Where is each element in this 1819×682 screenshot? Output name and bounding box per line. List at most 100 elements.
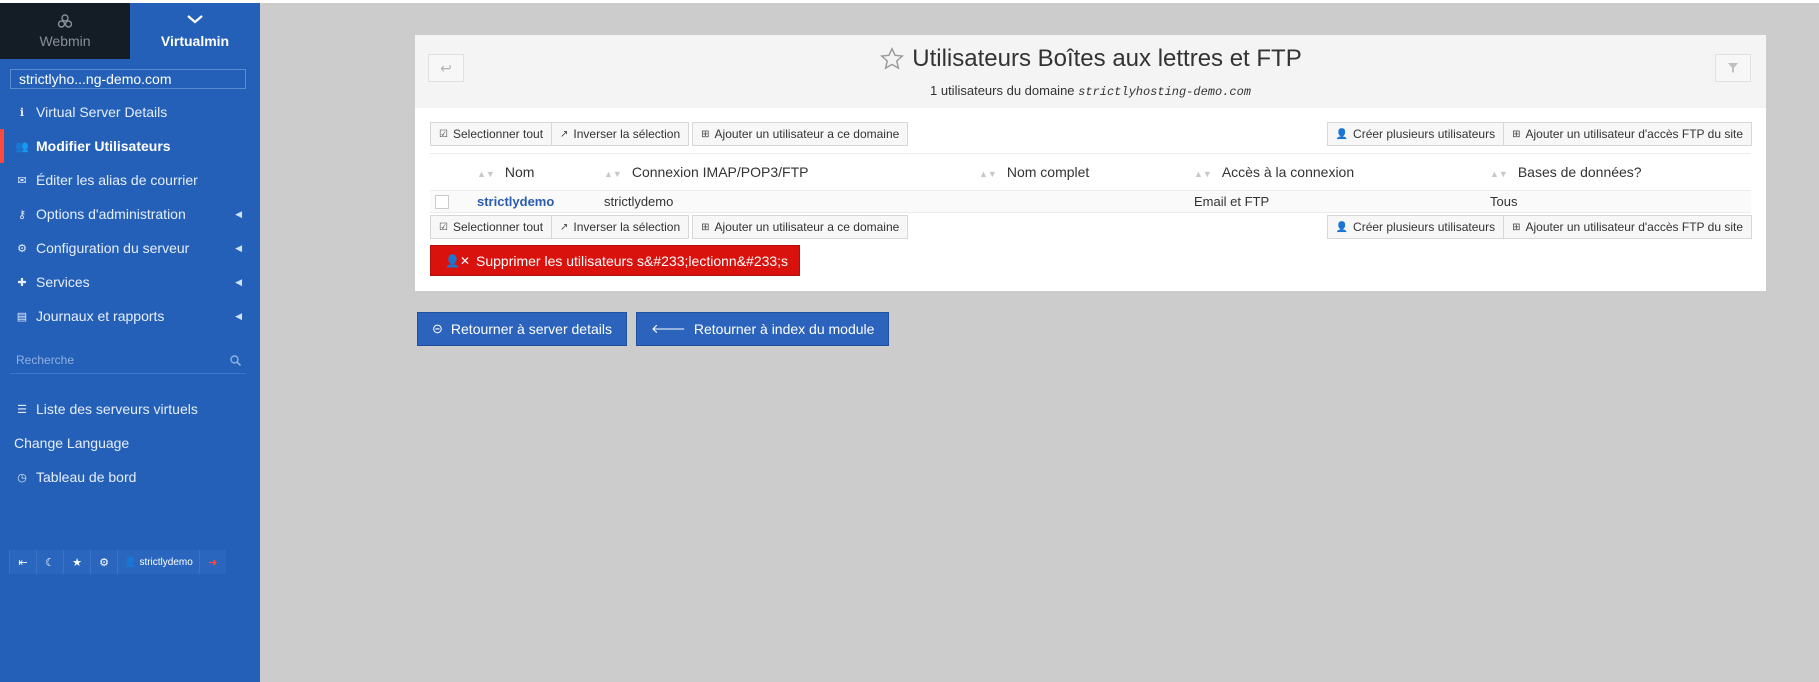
select-all-button[interactable]: ☑ Selectionner tout (430, 215, 553, 239)
subtitle-prefix: 1 utilisateurs du domaine (930, 83, 1075, 98)
add-user-label: Ajouter un utilisateur a ce domaine (714, 127, 900, 141)
add-ftp-user-button[interactable]: ⊞ Ajouter un utilisateur d'accès FTP du s… (1503, 122, 1752, 146)
users-icon: 👥 (15, 140, 29, 153)
filter-icon[interactable] (1715, 54, 1751, 82)
create-group: 👤 Créer plusieurs utilisateurs ⊞ Ajouter u… (1326, 122, 1752, 146)
sidebar-item-options-administration[interactable]: ⚷ Options d'administration ◀ (0, 197, 260, 231)
collapse-sidebar-icon[interactable]: ⇤ (9, 550, 36, 574)
sidebar-item-liste-serveurs[interactable]: ☰ Liste des serveurs virtuels (0, 392, 260, 426)
envelope-icon: ✉ (17, 174, 27, 187)
column-header-nom-complet[interactable]: ▲▼ Nom complet (978, 153, 1193, 191)
user-menu[interactable]: 👤 strictlydemo (117, 550, 199, 574)
selection-group: ☑ Selectionner tout ↗ Inverser la sélectio… (430, 122, 909, 146)
row-checkbox-cell (430, 190, 476, 213)
return-module-index-label: Retourner à index du module (693, 321, 875, 337)
sidebar-item-label: Virtual Server Details (36, 104, 168, 120)
caret-left-icon: ◀ (235, 208, 242, 219)
column-label: Bases de données? (1517, 164, 1642, 180)
create-group: 👤 Créer plusieurs utilisateurs ⊞ Ajouter u… (1326, 215, 1752, 239)
title-block: Utilisateurs Boîtes aux lettres et FTP 1… (415, 45, 1766, 99)
invert-selection-button[interactable]: ↗ Inverser la sélection (551, 122, 690, 146)
sidebar-item-journaux-rapports[interactable]: ▤ Journaux et rapports ◀ (0, 299, 260, 333)
column-header-bases[interactable]: ▲▼ Bases de données? (1489, 153, 1751, 191)
night-mode-icon[interactable]: ☾ (36, 550, 63, 574)
cell-databases: Tous (1489, 190, 1751, 213)
toolbar-top: ☑ Selectionner tout ↗ Inverser la sélectio… (430, 122, 1752, 146)
invert-label: Inverser la sélection (573, 127, 681, 141)
create-many-label: Créer plusieurs utilisateurs (1353, 220, 1496, 234)
cogs-icon: ⚙ (17, 242, 27, 255)
column-header-nom[interactable]: ▲▼ Nom (476, 153, 603, 191)
key-icon: ⚷ (17, 208, 27, 221)
sidebar-bottom-bar: ⇤ ☾ ★ ⚙ 👤 strictlydemo ➜ (9, 550, 226, 574)
add-ftp-label: Ajouter un utilisateur d'accès FTP du si… (1525, 127, 1743, 141)
sidebar-item-label: Options d'administration (36, 206, 186, 222)
caret-left-icon: ◀ (235, 310, 242, 321)
caret-left-icon: ◀ (235, 276, 242, 287)
favorites-star-icon[interactable]: ★ (63, 550, 90, 574)
settings-gear-icon[interactable]: ⚙ (90, 550, 117, 574)
sort-icon: ▲▼ (604, 169, 622, 179)
column-header-acces[interactable]: ▲▼ Accès à la connexion (1193, 153, 1489, 191)
sidebar-links: ☰ Liste des serveurs virtuels Change Lan… (0, 392, 260, 494)
users-panel: ↩ Utilisateurs Boîtes aux lettres et FTP… (415, 35, 1766, 291)
create-many-button[interactable]: 👤 Créer plusieurs utilisateurs (1326, 215, 1505, 239)
user-link[interactable]: strictlydemo (477, 194, 554, 209)
sidebar-item-tableau-de-bord[interactable]: ◷ Tableau de bord (0, 460, 260, 494)
add-user-button[interactable]: ⊞ Ajouter un utilisateur a ce domaine (692, 122, 909, 146)
check-square-icon: ☑ (439, 221, 448, 233)
plus-square-icon: ⊞ (701, 128, 710, 140)
column-label: Nom complet (1006, 164, 1090, 180)
webmin-icon (57, 13, 73, 29)
product-switch: Webmin Virtualmin (0, 3, 260, 59)
select-all-button[interactable]: ☑ Selectionner tout (430, 122, 553, 146)
sidebar-item-label: Change Language (14, 435, 130, 451)
invert-label: Inverser la sélection (573, 220, 681, 234)
cell-fullname (978, 190, 1193, 213)
sidebar-search[interactable]: Recherche (10, 347, 246, 374)
search-input[interactable]: Recherche (10, 353, 74, 367)
add-ftp-label: Ajouter un utilisateur d'accès FTP du si… (1525, 220, 1743, 234)
add-ftp-user-button[interactable]: ⊞ Ajouter un utilisateur d'accès FTP du s… (1503, 215, 1752, 239)
user-icon: 👤 (1335, 221, 1349, 233)
page-title-text: Utilisateurs Boîtes aux lettres et FTP (912, 45, 1302, 72)
external-link-icon: ↗ (560, 128, 569, 140)
subtitle-domain: strictlyhosting-demo.com (1078, 85, 1251, 99)
arrow-left-icon: 🡐 (651, 321, 686, 336)
user-remove-icon: 👤✕ (445, 253, 470, 268)
plus-square-icon: ⊞ (701, 221, 710, 233)
delete-selected-button[interactable]: 👤✕ Supprimer les utilisateurs s&#233;lec… (430, 245, 800, 276)
sidebar: Webmin Virtualmin strictlyho...ng-demo.c… (0, 3, 260, 682)
external-link-icon: ↗ (560, 221, 569, 233)
sort-icon: ▲▼ (477, 169, 495, 179)
domain-select[interactable]: strictlyho...ng-demo.com (10, 69, 246, 89)
logout-icon[interactable]: ➜ (198, 550, 226, 574)
select-all-label: Selectionner tout (452, 127, 544, 141)
row-checkbox[interactable] (435, 195, 449, 210)
top-border (0, 0, 1819, 3)
tab-virtualmin-label: Virtualmin (160, 33, 230, 49)
column-label: Nom (504, 164, 535, 180)
tab-webmin[interactable]: Webmin (0, 3, 130, 59)
users-table: ▲▼ Nom ▲▼ Connexion IMAP/POP3/FTP ▲▼ Nom co… (430, 153, 1751, 213)
sidebar-item-services[interactable]: ✚ Services ◀ (0, 265, 260, 299)
selection-group: ☑ Selectionner tout ↗ Inverser la sélectio… (430, 215, 909, 239)
circle-arrow-left-icon: ⊝ (432, 321, 443, 336)
tab-virtualmin[interactable]: Virtualmin (130, 3, 260, 59)
chevron-down-icon (186, 13, 204, 29)
table-row: strictlydemo strictlydemo Email et FTP T… (430, 190, 1751, 213)
sidebar-item-change-language[interactable]: Change Language (0, 426, 260, 460)
create-many-button[interactable]: 👤 Créer plusieurs utilisateurs (1326, 122, 1505, 146)
sidebar-item-configuration-serveur[interactable]: ⚙ Configuration du serveur ◀ (0, 231, 260, 265)
add-user-button[interactable]: ⊞ Ajouter un utilisateur a ce domaine (692, 215, 909, 239)
sidebar-item-alias-courrier[interactable]: ✉ Éditer les alias de courrier (0, 163, 260, 197)
sidebar-item-virtual-server-details[interactable]: ℹ Virtual Server Details (0, 95, 260, 129)
return-module-index-button[interactable]: 🡐 Retourner à index du module (636, 312, 890, 346)
column-header-connexion[interactable]: ▲▼ Connexion IMAP/POP3/FTP (603, 153, 978, 191)
sidebar-item-modifier-utilisateurs[interactable]: 👥 Modifier Utilisateurs (0, 129, 260, 163)
invert-selection-button[interactable]: ↗ Inverser la sélection (551, 215, 690, 239)
user-icon: 👤 (124, 556, 137, 568)
return-server-details-button[interactable]: ⊝ Retourner à server details (417, 312, 627, 346)
star-icon[interactable] (879, 46, 905, 72)
sidebar-item-label: Modifier Utilisateurs (36, 138, 171, 154)
